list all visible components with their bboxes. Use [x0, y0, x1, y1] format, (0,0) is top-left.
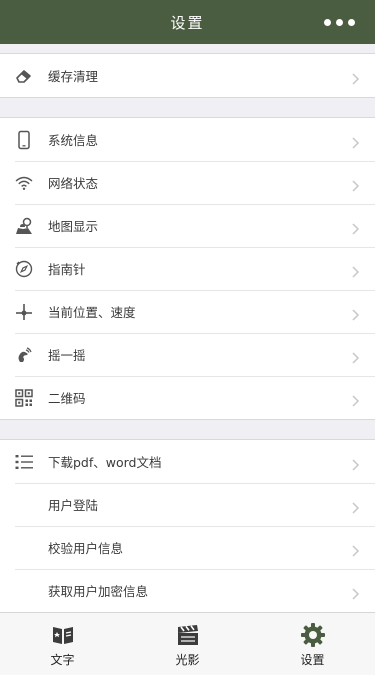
tab-label: 文字	[50, 653, 75, 667]
chevron-right-icon	[352, 392, 360, 407]
clapperboard-icon	[175, 622, 201, 648]
map-person-icon	[14, 216, 34, 236]
cell-label: 当前位置、速度	[48, 305, 136, 320]
cell-label: 校验用户信息	[48, 541, 124, 556]
blank-icon-slot	[14, 538, 34, 558]
cell-label: 地图显示	[48, 219, 99, 234]
chevron-right-icon	[352, 306, 360, 321]
phone-icon	[14, 130, 34, 150]
tab-light-shadow[interactable]: 光影	[125, 613, 250, 675]
tab-label: 光影	[175, 653, 200, 667]
chevron-right-icon	[352, 263, 360, 278]
nav-bar: 设置	[0, 0, 375, 44]
tab-label: 设置	[300, 653, 325, 667]
cell-download-docs[interactable]: 下载pdf、word文档	[0, 440, 375, 483]
cell-map-display[interactable]: 地图显示	[0, 204, 375, 247]
chevron-right-icon	[352, 542, 360, 557]
cell-network-status[interactable]: 网络状态	[0, 161, 375, 204]
cell-cache-clear[interactable]: 缓存清理	[0, 54, 375, 97]
cell-label: 指南针	[48, 262, 86, 277]
cell-label: 二维码	[48, 391, 86, 406]
page-title: 设置	[170, 13, 205, 32]
cell-user-login[interactable]: 用户登陆	[0, 483, 375, 526]
cell-compass[interactable]: 指南针	[0, 247, 375, 290]
list-icon	[14, 452, 34, 472]
chevron-right-icon	[352, 134, 360, 149]
tab-bar: 文字 光影 设置	[0, 612, 375, 675]
chevron-right-icon	[352, 456, 360, 471]
book-icon	[50, 622, 76, 648]
cell-label: 用户登陆	[48, 498, 99, 513]
wifi-icon	[14, 173, 34, 193]
cell-encrypted-user-info[interactable]: 获取用户加密信息	[0, 569, 375, 612]
shake-icon	[14, 345, 34, 365]
settings-group-cache: 缓存清理	[0, 53, 375, 98]
tab-text[interactable]: 文字	[0, 613, 125, 675]
chevron-right-icon	[352, 70, 360, 85]
cell-current-location[interactable]: 当前位置、速度	[0, 290, 375, 333]
eraser-icon	[14, 66, 34, 86]
settings-group-user: 下载pdf、word文档 用户登陆 校验用户信息 获取用户加密信息	[0, 439, 375, 612]
chevron-right-icon	[352, 499, 360, 514]
cell-label: 缓存清理	[48, 69, 99, 84]
cell-label: 系统信息	[48, 133, 99, 148]
location-icon	[14, 302, 34, 322]
chevron-right-icon	[352, 177, 360, 192]
tab-settings[interactable]: 设置	[250, 613, 375, 675]
cell-label: 下载pdf、word文档	[48, 455, 162, 470]
compass-icon	[14, 259, 34, 279]
cell-verify-user[interactable]: 校验用户信息	[0, 526, 375, 569]
chevron-right-icon	[352, 585, 360, 600]
blank-icon-slot	[14, 581, 34, 601]
more-dots-icon[interactable]	[313, 8, 365, 36]
cell-qrcode[interactable]: 二维码	[0, 376, 375, 419]
cell-label: 获取用户加密信息	[48, 584, 149, 599]
qrcode-icon	[14, 388, 34, 408]
blank-icon-slot	[14, 495, 34, 515]
chevron-right-icon	[352, 220, 360, 235]
cell-label: 网络状态	[48, 176, 99, 191]
cell-shake[interactable]: 摇一摇	[0, 333, 375, 376]
gear-icon	[300, 622, 326, 648]
cell-label: 摇一摇	[48, 348, 86, 363]
chevron-right-icon	[352, 349, 360, 364]
cell-system-info[interactable]: 系统信息	[0, 118, 375, 161]
settings-group-device: 系统信息 网络状态 地图显示 指南针 当前位置、速度 摇一摇 二维码	[0, 117, 375, 420]
